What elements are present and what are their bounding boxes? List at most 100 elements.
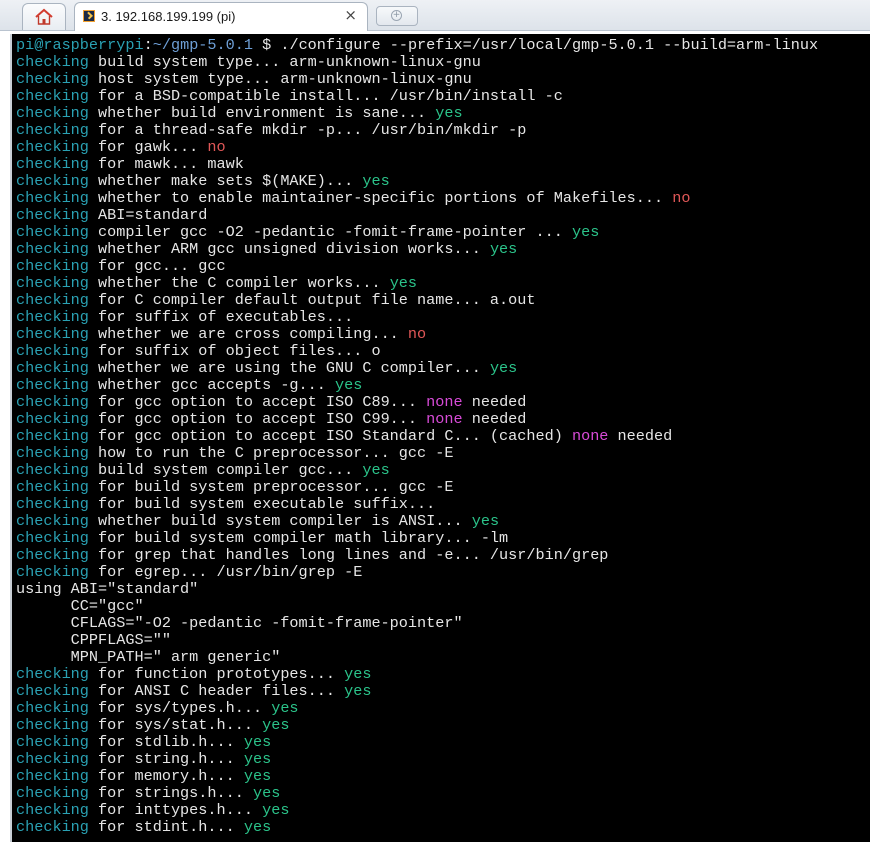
output-line: checking for suffix of object files... o <box>16 342 818 360</box>
checking-label: checking <box>16 155 89 173</box>
terminal-icon <box>83 10 95 22</box>
checking-label: checking <box>16 104 89 122</box>
output-text: for gcc option to accept ISO Standard C.… <box>88 427 572 445</box>
checking-label: checking <box>16 376 89 394</box>
terminal-output[interactable]: pi@raspberrypi:~/gmp-5.0.1 $ ./configure… <box>10 34 870 842</box>
result-none: none <box>426 393 463 411</box>
output-text: whether make sets $(MAKE)... <box>88 172 363 190</box>
checking-label: checking <box>16 733 89 751</box>
prompt-line: pi@raspberrypi:~/gmp-5.0.1 $ ./configure… <box>16 36 819 54</box>
result-none: none <box>426 410 463 428</box>
checking-label: checking <box>16 223 89 241</box>
output-text: needed <box>608 427 673 445</box>
output-line: checking for stdlib.h... yes <box>16 733 818 751</box>
output-text: for egrep... /usr/bin/grep -E <box>88 563 363 581</box>
result-yes: yes <box>243 767 272 785</box>
output-text: whether ARM gcc unsigned division works.… <box>88 240 490 258</box>
output-line: checking for ANSI C header files... yes <box>16 682 818 700</box>
output-line: checking whether the C compiler works...… <box>16 274 818 292</box>
output-text: whether to enable maintainer-specific po… <box>88 189 673 207</box>
result-no: no <box>672 189 691 207</box>
output-line: checking whether build environment is sa… <box>16 104 818 122</box>
output-text: CPPFLAGS="" <box>16 631 171 649</box>
output-text: for suffix of object files... o <box>88 342 381 360</box>
new-tab-button[interactable]: + <box>376 6 418 26</box>
checking-label: checking <box>16 682 89 700</box>
output-text: host system type... arm-unknown-linux-gn… <box>88 70 472 88</box>
close-icon[interactable]: × <box>344 6 357 24</box>
result-yes: yes <box>262 716 290 734</box>
output-text: for ANSI C header files... <box>88 682 345 700</box>
prompt-user: pi@raspberrypi <box>16 36 144 54</box>
output-text: whether the C compiler works... <box>88 274 390 292</box>
output-text: compiler gcc -O2 -pedantic -fomit-frame-… <box>88 223 572 241</box>
checking-label: checking <box>16 189 89 207</box>
output-line: checking for strings.h... yes <box>16 784 818 802</box>
output-text: for build system preprocessor... gcc -E <box>88 478 454 496</box>
output-text: needed <box>462 410 527 428</box>
output-line: CPPFLAGS="" <box>16 631 818 649</box>
result-yes: yes <box>471 512 500 530</box>
result-yes: yes <box>243 818 272 836</box>
home-tab[interactable] <box>22 3 66 30</box>
prompt-separator: : <box>143 36 153 54</box>
output-text: whether build system compiler is ANSI... <box>88 512 472 530</box>
output-text: for stdint.h... <box>88 818 244 836</box>
checking-label: checking <box>16 512 89 530</box>
output-text: for grep that handles long lines and -e.… <box>88 546 609 564</box>
tab-session[interactable]: 3. 192.168.199.199 (pi) × <box>74 2 368 31</box>
result-yes: yes <box>262 801 290 819</box>
output-text: needed <box>462 393 527 411</box>
output-line: checking for a thread-safe mkdir -p... /… <box>16 121 818 139</box>
checking-label: checking <box>16 308 89 326</box>
output-text: for string.h... <box>88 750 244 768</box>
checking-label: checking <box>16 665 89 683</box>
command-text: ./configure --prefix=/usr/local/gmp-5.0.… <box>280 36 819 54</box>
output-text: for stdlib.h... <box>88 733 244 751</box>
status-strip <box>0 843 870 852</box>
result-yes: yes <box>271 699 299 717</box>
output-line: checking for build system preprocessor..… <box>16 478 818 496</box>
output-line: checking for memory.h... yes <box>16 767 818 785</box>
output-text: for sys/types.h... <box>88 699 272 717</box>
result-yes: yes <box>243 750 272 768</box>
output-line: checking compiler gcc -O2 -pedantic -fom… <box>16 223 818 241</box>
output-line: CFLAGS="-O2 -pedantic -fomit-frame-point… <box>16 614 818 632</box>
result-yes: yes <box>362 172 390 190</box>
new-tab-icon: + <box>391 10 402 21</box>
checking-label: checking <box>16 359 89 377</box>
checking-label: checking <box>16 53 89 71</box>
output-text: CC="gcc" <box>16 597 144 615</box>
output-line: checking whether gcc accepts -g... yes <box>16 376 818 394</box>
output-line: checking host system type... arm-unknown… <box>16 70 818 88</box>
prompt-path: ~/gmp-5.0.1 <box>152 36 253 54</box>
checking-label: checking <box>16 138 89 156</box>
result-yes: yes <box>389 274 418 292</box>
result-none: none <box>571 427 609 445</box>
output-text: using ABI="standard" <box>16 580 199 598</box>
output-text: MPN_PATH=" arm generic" <box>16 648 281 666</box>
result-yes: yes <box>243 733 272 751</box>
output-text: for build system compiler math library..… <box>88 529 509 547</box>
output-text: for strings.h... <box>88 784 253 802</box>
output-text: build system type... arm-unknown-linux-g… <box>88 53 481 71</box>
result-no: no <box>207 138 226 156</box>
result-yes: yes <box>489 359 518 377</box>
checking-label: checking <box>16 206 89 224</box>
result-no: no <box>407 325 427 343</box>
tab-bar: 3. 192.168.199.199 (pi) × + <box>0 0 870 31</box>
output-line: CC="gcc" <box>16 597 818 615</box>
output-line: checking for suffix of executables... <box>16 308 818 326</box>
output-line: checking for inttypes.h... yes <box>16 801 818 819</box>
prompt-symbol: $ <box>253 36 281 54</box>
output-line: checking ABI=standard <box>16 206 818 224</box>
checking-label: checking <box>16 461 89 479</box>
checking-label: checking <box>16 529 89 547</box>
output-line: checking whether we are cross compiling.… <box>16 325 818 343</box>
checking-label: checking <box>16 750 89 768</box>
checking-label: checking <box>16 325 89 343</box>
checking-label: checking <box>16 801 89 819</box>
home-icon <box>35 8 53 25</box>
checking-label: checking <box>16 563 89 581</box>
output-line: checking for C compiler default output f… <box>16 291 818 309</box>
